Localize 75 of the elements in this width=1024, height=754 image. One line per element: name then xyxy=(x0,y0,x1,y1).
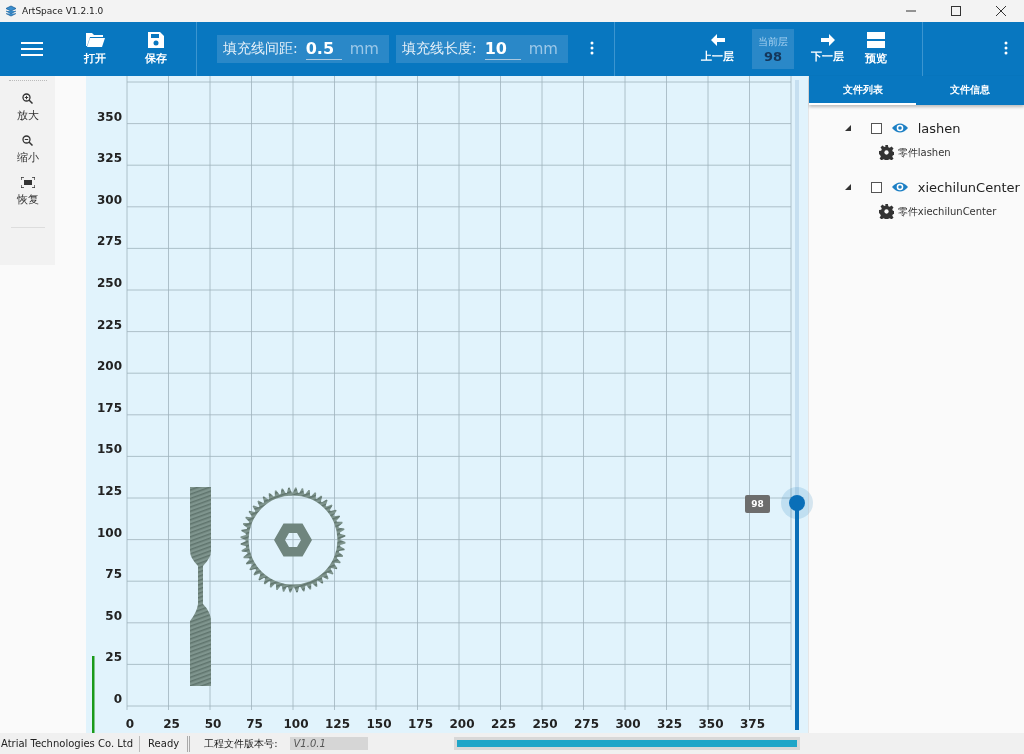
zoom-in-icon xyxy=(22,93,33,104)
y-axis-label: 300 xyxy=(96,192,122,207)
x-axis-label: 225 xyxy=(490,717,516,731)
part-name[interactable]: 零件lashen xyxy=(897,145,951,160)
x-axis-label: 175 xyxy=(407,717,433,731)
gear-icon xyxy=(878,145,894,160)
expander-icon[interactable] xyxy=(844,184,851,190)
x-axis-label: 300 xyxy=(615,717,641,731)
x-axis-label: 25 xyxy=(162,717,180,731)
status-text: Ready xyxy=(140,735,191,752)
y-axis-label: 125 xyxy=(96,484,122,498)
fit-screen-icon xyxy=(20,177,35,188)
preview-icon xyxy=(866,32,885,48)
reset-view-button[interactable]: 恢复 xyxy=(16,177,39,207)
fill-setting-field[interactable]: 填充线间距: 0.5 mm xyxy=(217,35,389,63)
part-name[interactable]: 零件xiechilunCenter xyxy=(897,204,997,219)
y-axis-label: 25 xyxy=(105,650,122,665)
version-label: 工程文件版本号: xyxy=(204,736,278,751)
company-name: Atrial Technologies Co. Ltd xyxy=(0,735,141,752)
checkbox[interactable] xyxy=(870,181,882,193)
y-axis-label: 150 xyxy=(96,442,122,457)
y-axis-label: 350 xyxy=(96,109,122,124)
eye-icon[interactable] xyxy=(890,122,909,134)
fill-setting-field[interactable]: 填充线长度: 10 mm xyxy=(395,35,568,63)
expander-icon[interactable] xyxy=(844,125,851,131)
open-button[interactable]: 打开 xyxy=(64,32,125,66)
panel-tab[interactable]: 文件信息 xyxy=(916,76,1024,105)
app-logo-icon xyxy=(5,5,17,17)
previous-layer-button[interactable]: 上一层 xyxy=(693,34,742,64)
zoom-in-button[interactable]: 放大 xyxy=(16,93,39,123)
y-axis-label: 275 xyxy=(96,234,122,249)
x-axis-label: 350 xyxy=(698,717,724,731)
y-axis-label: 175 xyxy=(96,400,122,415)
x-axis-label: 125 xyxy=(324,717,350,731)
next-layer-button[interactable]: 下一层 xyxy=(803,34,852,64)
y-axis-label: 200 xyxy=(96,359,122,374)
x-axis-label: 250 xyxy=(532,717,558,731)
y-axis-label: 50 xyxy=(105,608,122,623)
maximize-icon[interactable] xyxy=(951,6,961,16)
x-axis-label: 0 xyxy=(125,717,134,731)
more-icon xyxy=(589,40,594,55)
more-icon xyxy=(1004,40,1008,55)
window-title: ArtSpace V1.2.1.0 xyxy=(22,6,104,16)
y-axis-label: 100 xyxy=(96,525,122,540)
x-axis-label: 50 xyxy=(204,717,222,731)
file-name[interactable]: lashen xyxy=(917,120,961,136)
x-axis-label: 325 xyxy=(656,717,682,731)
current-layer-indicator: 当前层 98 xyxy=(751,29,794,69)
hexagon-part xyxy=(273,523,312,557)
zoom-out-icon xyxy=(22,135,33,146)
eye-icon[interactable] xyxy=(890,181,909,193)
save-button[interactable]: 保存 xyxy=(125,32,186,66)
folder-icon xyxy=(84,32,105,48)
panel-tab[interactable]: 文件列表 xyxy=(808,76,917,105)
version-field: V1.0.1 xyxy=(289,737,368,750)
y-axis-label: 250 xyxy=(96,276,122,290)
y-axis-label: 225 xyxy=(96,317,122,332)
y-axis-label: 0 xyxy=(113,692,122,706)
x-axis-label: 375 xyxy=(739,717,765,731)
x-axis-label: 75 xyxy=(245,717,263,731)
preview-button[interactable]: 预览 xyxy=(851,32,900,66)
checkbox[interactable] xyxy=(870,122,882,134)
x-axis-label: 275 xyxy=(573,717,599,731)
file-name[interactable]: xiechilunCenter xyxy=(917,179,1020,195)
zoom-out-button[interactable]: 缩小 xyxy=(16,135,39,165)
x-axis-label: 200 xyxy=(449,717,475,731)
x-axis-label: 100 xyxy=(283,717,309,731)
left-arrow-icon xyxy=(710,34,725,46)
gear-icon xyxy=(878,204,894,219)
close-icon[interactable] xyxy=(996,6,1006,16)
y-axis-label: 75 xyxy=(105,567,122,582)
right-arrow-icon xyxy=(820,34,835,46)
y-axis-label: 325 xyxy=(96,151,122,166)
menu-icon xyxy=(21,41,43,57)
x-axis-label: 150 xyxy=(366,717,392,731)
